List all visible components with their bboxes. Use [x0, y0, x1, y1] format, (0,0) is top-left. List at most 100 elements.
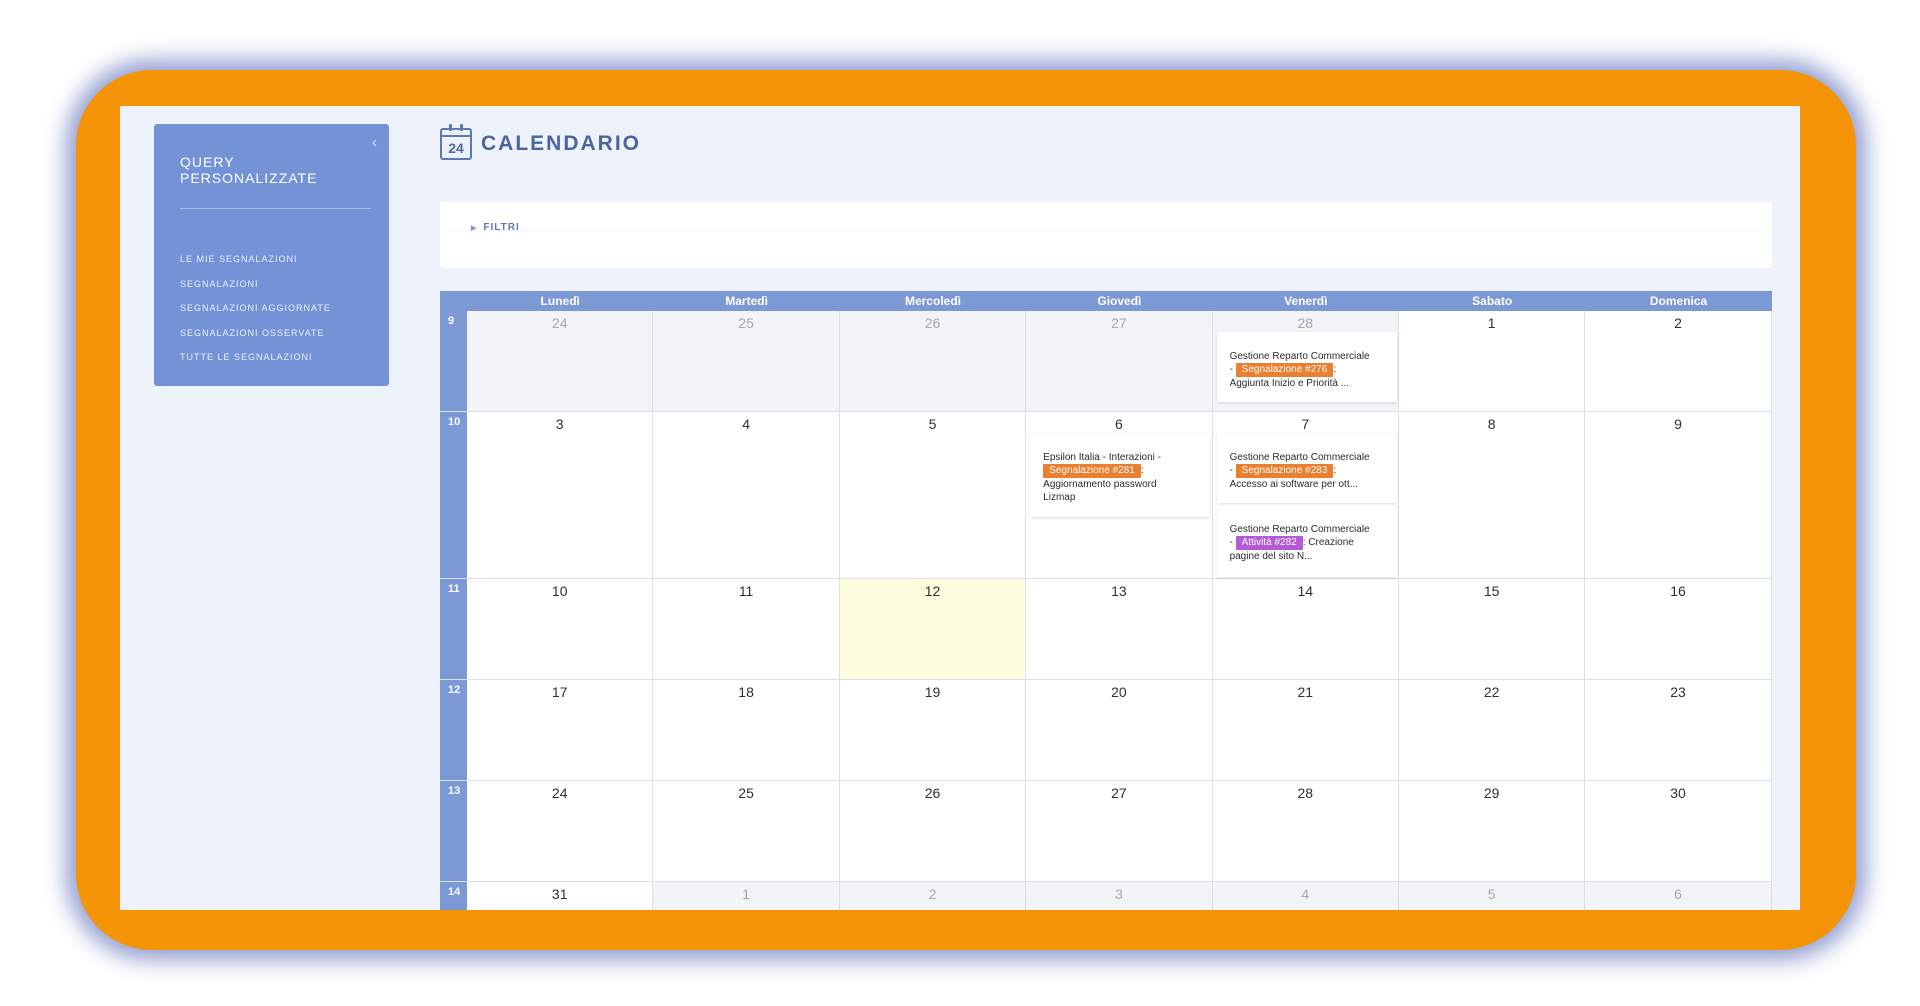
day-number[interactable]: 17: [467, 680, 652, 700]
week-number[interactable]: 14: [440, 882, 467, 910]
calendar-day[interactable]: 5: [839, 412, 1027, 578]
day-number[interactable]: 26: [840, 311, 1025, 331]
day-number[interactable]: 22: [1399, 680, 1584, 700]
calendar-day[interactable]: 1: [1398, 311, 1586, 411]
calendar-event[interactable]: Gestione Reparto Commerciale - Segnalazi…: [1216, 332, 1397, 402]
calendar-day[interactable]: 18: [653, 680, 840, 780]
day-number[interactable]: 10: [467, 579, 652, 599]
day-number[interactable]: 3: [467, 412, 652, 432]
day-number[interactable]: 27: [1026, 781, 1211, 801]
calendar-day[interactable]: 4: [1212, 882, 1399, 910]
day-number[interactable]: 8: [1399, 412, 1584, 432]
calendar-day[interactable]: 17: [467, 680, 654, 780]
day-number[interactable]: 11: [653, 579, 838, 599]
calendar-day[interactable]: 28: [1212, 781, 1399, 881]
calendar-day[interactable]: 8: [1398, 412, 1586, 578]
day-number[interactable]: 14: [1213, 579, 1398, 599]
event-issue-badge[interactable]: Segnalazione #281: [1043, 464, 1141, 478]
calendar-day[interactable]: 30: [1585, 781, 1772, 881]
week-number[interactable]: 13: [440, 781, 467, 881]
day-number[interactable]: 29: [1399, 781, 1584, 801]
calendar-day[interactable]: 3: [467, 412, 654, 578]
day-number[interactable]: 19: [840, 680, 1025, 700]
calendar-day[interactable]: 4: [653, 412, 840, 578]
sidebar-item-segnalazioni-aggiornate[interactable]: SEGNALAZIONI AGGIORNATE: [180, 301, 331, 326]
calendar-day[interactable]: 28 Gestione Reparto Commerciale - Segnal…: [1212, 311, 1399, 411]
calendar-day[interactable]: 31: [467, 882, 654, 910]
calendar-event[interactable]: Gestione Reparto Commerciale - Attività …: [1216, 505, 1397, 577]
calendar-event[interactable]: Epsilon Italia - Interazioni - Segnalazi…: [1030, 433, 1211, 517]
event-issue-badge[interactable]: Segnalazione #283: [1235, 464, 1334, 478]
calendar-day[interactable]: 10: [467, 579, 654, 679]
day-number[interactable]: 4: [1213, 882, 1398, 902]
day-number[interactable]: 16: [1585, 579, 1770, 599]
sidebar-item-le-mie-segnalazioni[interactable]: LE MIE SEGNALAZIONI: [180, 252, 331, 277]
day-number[interactable]: 9: [1585, 412, 1770, 432]
event-activity-badge[interactable]: Attività #282: [1235, 536, 1303, 550]
calendar-day[interactable]: 29: [1398, 781, 1586, 881]
week-number[interactable]: 10: [440, 412, 467, 578]
day-number[interactable]: 30: [1585, 781, 1770, 801]
calendar-day[interactable]: 27: [1026, 781, 1213, 881]
day-number[interactable]: 2: [1585, 311, 1770, 331]
calendar-day[interactable]: 2: [839, 882, 1027, 910]
calendar-day[interactable]: 24: [467, 781, 654, 881]
calendar-day[interactable]: 6 Epsilon Italia - Interazioni - Segnala…: [1026, 412, 1213, 578]
day-number[interactable]: 25: [653, 781, 838, 801]
calendar-day[interactable]: 13: [1026, 579, 1213, 679]
day-number[interactable]: 4: [653, 412, 838, 432]
calendar-day[interactable]: 25: [653, 781, 840, 881]
calendar-day[interactable]: 7 Gestione Reparto Commerciale - Segnala…: [1212, 412, 1399, 578]
day-number[interactable]: 31: [467, 882, 652, 902]
week-number[interactable]: 9: [440, 311, 467, 411]
day-number[interactable]: 20: [1026, 680, 1211, 700]
calendar-day[interactable]: 3: [1026, 882, 1213, 910]
day-number[interactable]: 6: [1026, 412, 1211, 432]
filters-toggle[interactable]: ▶ FILTRI: [471, 222, 520, 233]
sidebar-item-segnalazioni-osservate[interactable]: SEGNALAZIONI OSSERVATE: [180, 326, 331, 351]
calendar-day[interactable]: 1: [653, 882, 840, 910]
calendar-day[interactable]: 2: [1585, 311, 1772, 411]
day-number[interactable]: 7: [1213, 412, 1398, 432]
calendar-day[interactable]: 20: [1026, 680, 1213, 780]
collapse-sidebar-icon[interactable]: ‹: [372, 134, 377, 151]
calendar-event[interactable]: Gestione Reparto Commerciale - Segnalazi…: [1216, 433, 1397, 503]
day-number[interactable]: 26: [840, 781, 1025, 801]
calendar-day[interactable]: 23: [1585, 680, 1772, 780]
sidebar-item-segnalazioni[interactable]: SEGNALAZIONI: [180, 277, 331, 302]
calendar-day[interactable]: 22: [1398, 680, 1586, 780]
day-number[interactable]: 1: [653, 882, 838, 902]
calendar-day[interactable]: 27: [1026, 311, 1213, 411]
calendar-day[interactable]: 26: [839, 311, 1027, 411]
week-number[interactable]: 12: [440, 680, 467, 780]
calendar-day-today[interactable]: 12: [839, 579, 1027, 679]
calendar-day[interactable]: 9: [1585, 412, 1772, 578]
day-number[interactable]: 12: [840, 579, 1025, 599]
calendar-day[interactable]: 16: [1585, 579, 1772, 679]
event-issue-badge[interactable]: Segnalazione #276: [1235, 363, 1334, 377]
calendar-day[interactable]: 14: [1212, 579, 1399, 679]
day-number[interactable]: 21: [1213, 680, 1398, 700]
day-number[interactable]: 6: [1585, 882, 1770, 902]
day-number[interactable]: 13: [1026, 579, 1211, 599]
calendar-day[interactable]: 5: [1398, 882, 1586, 910]
day-number[interactable]: 15: [1399, 579, 1584, 599]
day-number[interactable]: 24: [467, 311, 652, 331]
day-number[interactable]: 2: [840, 882, 1025, 902]
day-number[interactable]: 23: [1585, 680, 1770, 700]
day-number[interactable]: 18: [653, 680, 838, 700]
day-number[interactable]: 28: [1213, 781, 1398, 801]
day-number[interactable]: 5: [1399, 882, 1584, 902]
week-number[interactable]: 11: [440, 579, 467, 679]
day-number[interactable]: 25: [653, 311, 838, 331]
day-number[interactable]: 1: [1399, 311, 1584, 331]
day-number[interactable]: 24: [467, 781, 652, 801]
sidebar-item-tutte-le-segnalazioni[interactable]: TUTTE LE SEGNALAZIONI: [180, 350, 331, 375]
calendar-day[interactable]: 19: [839, 680, 1027, 780]
calendar-day[interactable]: 11: [653, 579, 840, 679]
calendar-day[interactable]: 26: [839, 781, 1027, 881]
calendar-day[interactable]: 24: [467, 311, 654, 411]
day-number[interactable]: 28: [1213, 311, 1398, 331]
day-number[interactable]: 5: [840, 412, 1025, 432]
calendar-day[interactable]: 6: [1585, 882, 1772, 910]
